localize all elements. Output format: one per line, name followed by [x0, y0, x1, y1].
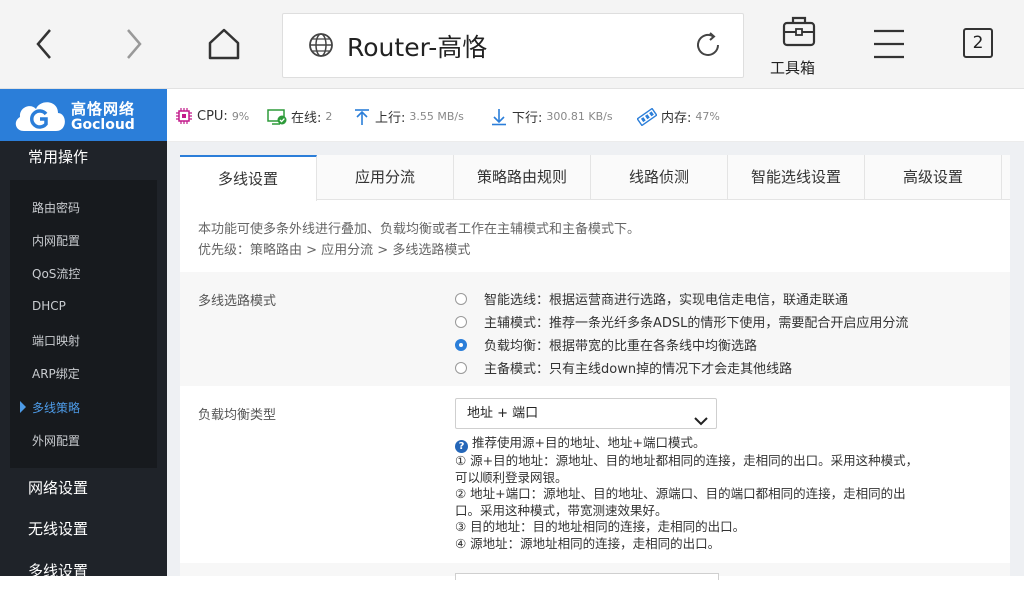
radio-primary-aux[interactable]	[455, 315, 467, 328]
mode-option-primary-backup[interactable]: 主备模式：只有主线down掉的情况下才会走其他线路	[455, 358, 792, 377]
sidebar-item-port-mapping[interactable]: 端口映射	[32, 332, 80, 349]
help-line: ② 地址+端口：源地址、目的地址、源端口、目的端口都相同的连接，走相同的出	[455, 486, 906, 501]
toolbox-icon[interactable]	[780, 13, 818, 49]
mode-option-label: 智能选线：根据运营商进行选路，实现电信走电信，联通走联通	[484, 293, 849, 308]
online-stat: 在线: 2	[267, 107, 332, 126]
mode-option-label: 主备模式：只有主线down掉的情况下才会走其他线路	[484, 362, 793, 377]
radio-smart[interactable]	[455, 292, 467, 305]
sidebar-item-lan-config[interactable]: 内网配置	[32, 232, 80, 249]
cloud-logo-icon	[12, 97, 68, 139]
menu-section-wireless[interactable]: 无线设置	[0, 510, 167, 548]
help-line: 口。采用这种模式，带宽测速效果好。	[455, 502, 668, 518]
globe-icon	[307, 31, 335, 63]
balance-type-value: 地址 + 端口	[467, 406, 539, 421]
mode-option-label: 负载均衡：根据带宽的比重在各条线中均衡选路	[484, 339, 758, 354]
menu-section-network[interactable]: 网络设置	[0, 469, 167, 507]
submenu-common: 路由密码 内网配置 QoS流控 DHCP 端口映射 ARP绑定 多线策略 外网配…	[10, 180, 157, 468]
menu-icon[interactable]	[872, 28, 906, 60]
mode-option-smart[interactable]: 智能选线：根据运营商进行选路，实现电信走电信，联通走联通	[455, 289, 848, 308]
download-value: 300.81 KB/s	[546, 110, 613, 123]
description-line-2: 优先级：策略路由 > 应用分流 > 多线选路模式	[198, 243, 471, 258]
upload-label: 上行:	[375, 111, 406, 126]
chevron-down-icon	[694, 408, 708, 437]
memory-stat: 内存: 47%	[637, 107, 720, 126]
tab-policy-routing[interactable]: 策略路由规则	[454, 155, 591, 199]
memory-icon	[637, 107, 657, 126]
brand-name-en: Gocloud	[71, 117, 135, 133]
back-icon[interactable]	[30, 27, 58, 61]
online-label: 在线:	[291, 111, 322, 126]
tab-advanced[interactable]: 高级设置	[865, 155, 1002, 199]
tab-smart-line[interactable]: 智能选线设置	[728, 155, 865, 199]
reload-icon[interactable]	[693, 30, 723, 64]
tab-line-detection[interactable]: 线路侦测	[591, 155, 728, 199]
menu-section-multiline[interactable]: 多线设置	[0, 552, 167, 590]
help-line: 可以顺利登录网银。	[455, 469, 568, 485]
sidebar-item-multiline-policy[interactable]: 多线策略	[20, 399, 81, 416]
brand-name-cn: 高恪网络	[71, 100, 136, 118]
status-bar: CPU: 9% 在线: 2 上行: 3.55 MB/s 下行: 300.81 K…	[167, 89, 1024, 142]
balance-help: ? 推荐使用源+目的地址、地址+端口模式。 ① 源+目的地址：源地址、目的地址都相…	[455, 435, 995, 552]
settings-panel: 多线设置 应用分流 策略路由规则 线路侦测 智能选线设置 高级设置 本功能可使多…	[180, 155, 1010, 580]
download-stat: 下行: 300.81 KB/s	[490, 107, 613, 126]
help-line: ④ 源地址：源地址相同的连接，走相同的出口。	[455, 535, 721, 551]
toolbox-label[interactable]: 工具箱	[770, 57, 815, 78]
home-icon[interactable]	[205, 26, 243, 62]
sidebar-item-router-password[interactable]: 路由密码	[32, 199, 80, 216]
cpu-icon	[176, 108, 192, 124]
active-marker-icon	[20, 401, 26, 413]
radio-load-balance[interactable]	[455, 338, 467, 351]
memory-label: 内存:	[661, 111, 692, 126]
menu-section-common[interactable]: 常用操作	[0, 138, 167, 176]
download-label: 下行:	[512, 111, 543, 126]
monitor-check-icon	[267, 108, 287, 125]
cpu-value: 9%	[231, 109, 250, 123]
memory-value: 47%	[695, 110, 720, 123]
help-title: 推荐使用源+目的地址、地址+端口模式。	[472, 435, 706, 450]
help-line: ③ 目的地址：目的地址相同的连接，走相同的出口。	[455, 519, 746, 534]
mode-option-label: 主辅模式：推荐一条光纤多条ADSL的情形下使用，需要配合开启应用分流	[484, 316, 909, 331]
mode-label: 多线选路模式	[198, 294, 277, 309]
question-icon: ?	[455, 440, 468, 453]
cpu-label: CPU:	[197, 108, 228, 124]
radio-primary-backup[interactable]	[455, 361, 467, 374]
upload-stat: 上行: 3.55 MB/s	[353, 107, 464, 126]
mode-option-primary-aux[interactable]: 主辅模式：推荐一条光纤多条ADSL的情形下使用，需要配合开启应用分流	[455, 312, 908, 331]
upload-value: 3.55 MB/s	[409, 110, 464, 123]
brand-logo: 高恪网络 Gocloud	[0, 89, 167, 141]
sidebar-item-qos[interactable]: QoS流控	[32, 265, 80, 282]
upload-icon	[355, 108, 369, 125]
mode-option-load-balance[interactable]: 负载均衡：根据带宽的比重在各条线中均衡选路	[455, 335, 757, 354]
tab-bar: 多线设置 应用分流 策略路由规则 线路侦测 智能选线设置 高级设置	[180, 155, 1010, 201]
balance-type-select[interactable]: 地址 + 端口	[455, 398, 717, 429]
help-title-row: ? 推荐使用源+目的地址、地址+端口模式。	[455, 435, 995, 453]
sidebar-item-arp-binding[interactable]: ARP绑定	[32, 365, 80, 382]
next-select[interactable]	[455, 573, 719, 580]
description-line-1: 本功能可使多条外线进行叠加、负载均衡或者工作在主辅模式和主备模式下。	[198, 222, 641, 237]
help-line: ① 源+目的地址：源地址、目的地址都相同的连接，走相同的出口。采用这种模式，	[455, 453, 919, 468]
cpu-stat: CPU: 9%	[175, 107, 249, 125]
address-bar[interactable]: Router-高恪	[282, 13, 744, 78]
tab-count[interactable]: 2	[963, 28, 993, 58]
online-value: 2	[325, 110, 333, 123]
sidebar-item-wan-config[interactable]: 外网配置	[32, 432, 80, 449]
browser-toolbar: Router-高恪 工具箱 2	[0, 0, 1024, 89]
sidebar: 高恪网络 Gocloud 常用操作 路由密码 内网配置 QoS流控 DHCP 端…	[0, 89, 167, 580]
forward-icon[interactable]	[120, 27, 148, 61]
sidebar-item-label: 多线策略	[32, 401, 81, 415]
balance-type-label: 负载均衡类型	[198, 408, 277, 423]
sidebar-item-dhcp[interactable]: DHCP	[32, 299, 66, 313]
tab-app-split[interactable]: 应用分流	[317, 155, 454, 199]
download-icon	[492, 108, 506, 125]
url-text[interactable]: Router-高恪	[347, 28, 487, 64]
tab-multiline-settings[interactable]: 多线设置	[180, 155, 317, 201]
